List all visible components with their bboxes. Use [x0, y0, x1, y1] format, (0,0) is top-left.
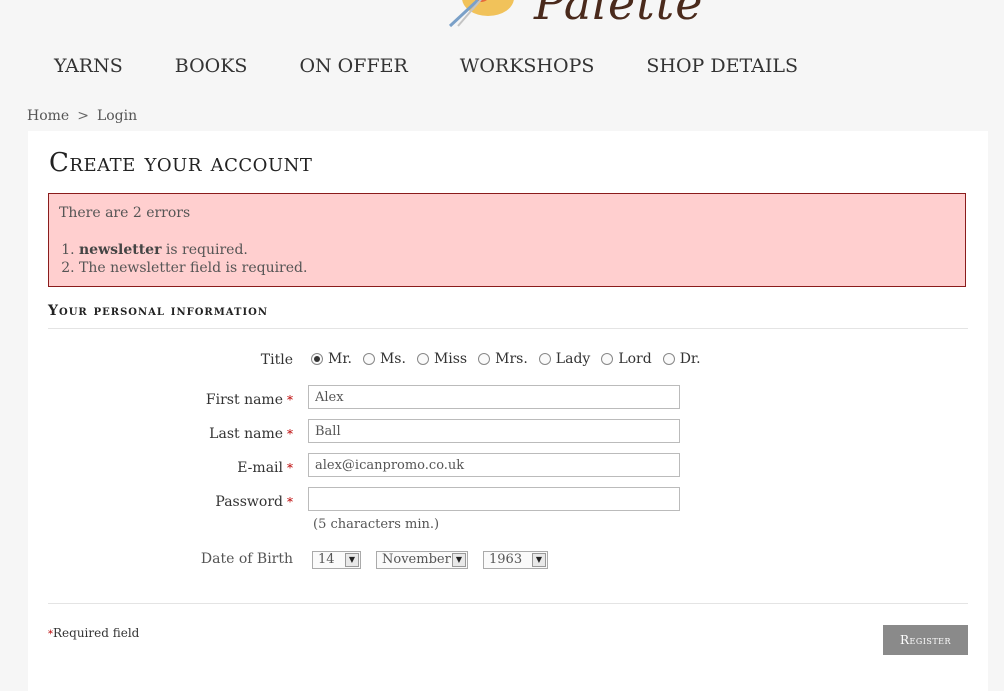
- radio-button-icon[interactable]: [416, 353, 429, 365]
- required-field-note: *Required field: [48, 626, 139, 640]
- breadcrumb-separator: >: [77, 108, 89, 124]
- palette-logo-icon: [448, 0, 514, 28]
- required-marker: *: [287, 461, 293, 475]
- last-name-input[interactable]: [308, 419, 680, 443]
- radio-button-icon[interactable]: [601, 353, 614, 365]
- error-field-name: newsletter: [79, 242, 162, 258]
- password-input[interactable]: [308, 487, 680, 511]
- breadcrumb-current: Login: [96, 108, 138, 124]
- error-lead: There are 2 errors: [59, 205, 191, 221]
- title-radio-group: Mr. Ms. Miss Mrs. Lady Lord Dr.: [311, 351, 712, 367]
- radio-label: Lord: [618, 351, 652, 367]
- breadcrumb: Home > Login: [27, 108, 137, 124]
- register-button[interactable]: Register: [883, 625, 968, 655]
- radio-mrs[interactable]: Mrs.: [478, 351, 528, 367]
- nav-on-offer[interactable]: ON OFFER: [299, 55, 407, 77]
- error-text: is required.: [161, 242, 248, 258]
- account-panel: Create your account There are 2 errors n…: [28, 131, 988, 691]
- dob-month-select[interactable]: November ▼: [376, 551, 468, 569]
- required-marker: *: [287, 393, 293, 407]
- required-note-text: Required field: [53, 626, 140, 640]
- radio-lady[interactable]: Lady: [538, 351, 591, 367]
- divider: [48, 328, 968, 329]
- error-item: The newsletter field is required.: [79, 259, 307, 277]
- nav-workshops[interactable]: WORKSHOPS: [460, 55, 595, 77]
- email-label: E-mail *: [93, 460, 293, 476]
- radio-button-icon[interactable]: [538, 353, 551, 365]
- divider: [48, 603, 968, 604]
- password-label: Password *: [93, 494, 293, 510]
- last-name-label: Last name *: [93, 426, 293, 442]
- required-marker: *: [287, 427, 293, 441]
- radio-dr[interactable]: Dr.: [662, 351, 701, 367]
- dropdown-arrow-icon: ▼: [452, 553, 466, 567]
- radio-button-icon[interactable]: [662, 353, 675, 365]
- label-text: Password: [215, 494, 283, 510]
- radio-label: Lady: [555, 351, 591, 367]
- label-text: First name: [205, 392, 283, 408]
- dropdown-arrow-icon: ▼: [532, 553, 546, 567]
- radio-miss[interactable]: Miss: [416, 351, 468, 367]
- error-text: The newsletter field is required.: [79, 260, 308, 276]
- error-item: newsletter is required.: [79, 241, 307, 259]
- radio-label: Ms.: [379, 351, 406, 367]
- first-name-label: First name *: [93, 392, 293, 408]
- dropdown-arrow-icon: ▼: [345, 553, 359, 567]
- title-label: Title: [260, 352, 293, 368]
- radio-lord[interactable]: Lord: [601, 351, 652, 367]
- error-box: There are 2 errors newsletter is require…: [48, 193, 966, 287]
- radio-label: Dr.: [679, 351, 701, 367]
- nav-shop-details[interactable]: SHOP DETAILS: [646, 55, 798, 77]
- page-title: Create your account: [49, 148, 313, 178]
- radio-mr[interactable]: Mr.: [311, 351, 352, 367]
- radio-button-icon[interactable]: [478, 353, 491, 365]
- select-value: 14: [318, 552, 335, 567]
- breadcrumb-home[interactable]: Home: [27, 108, 69, 124]
- radio-button-icon[interactable]: [311, 353, 323, 365]
- radio-label: Mr.: [328, 351, 352, 367]
- section-title: Your personal information: [48, 303, 268, 319]
- site-logo[interactable]: Palette: [448, 0, 708, 28]
- required-marker: *: [287, 495, 293, 509]
- label-text: E-mail: [237, 460, 283, 476]
- dob-year-select[interactable]: 1963 ▼: [483, 551, 548, 569]
- label-text: Last name: [209, 426, 283, 442]
- radio-ms[interactable]: Ms.: [362, 351, 406, 367]
- main-nav: YARNS BOOKS ON OFFER WORKSHOPS SHOP DETA…: [54, 55, 850, 77]
- radio-button-icon[interactable]: [362, 353, 375, 365]
- radio-label: Mrs.: [495, 351, 528, 367]
- radio-label: Miss: [433, 351, 468, 367]
- dob-label: Date of Birth: [200, 551, 293, 567]
- dob-day-select[interactable]: 14 ▼: [312, 551, 361, 569]
- select-value: November: [382, 552, 451, 567]
- password-hint: (5 characters min.): [313, 517, 440, 532]
- logo-text: Palette: [534, 0, 704, 28]
- nav-books[interactable]: BOOKS: [175, 55, 248, 77]
- first-name-input[interactable]: [308, 385, 680, 409]
- error-list: newsletter is required. The newsletter f…: [59, 241, 307, 277]
- select-value: 1963: [489, 552, 523, 567]
- email-input[interactable]: [308, 453, 680, 477]
- nav-yarns[interactable]: YARNS: [54, 55, 123, 77]
